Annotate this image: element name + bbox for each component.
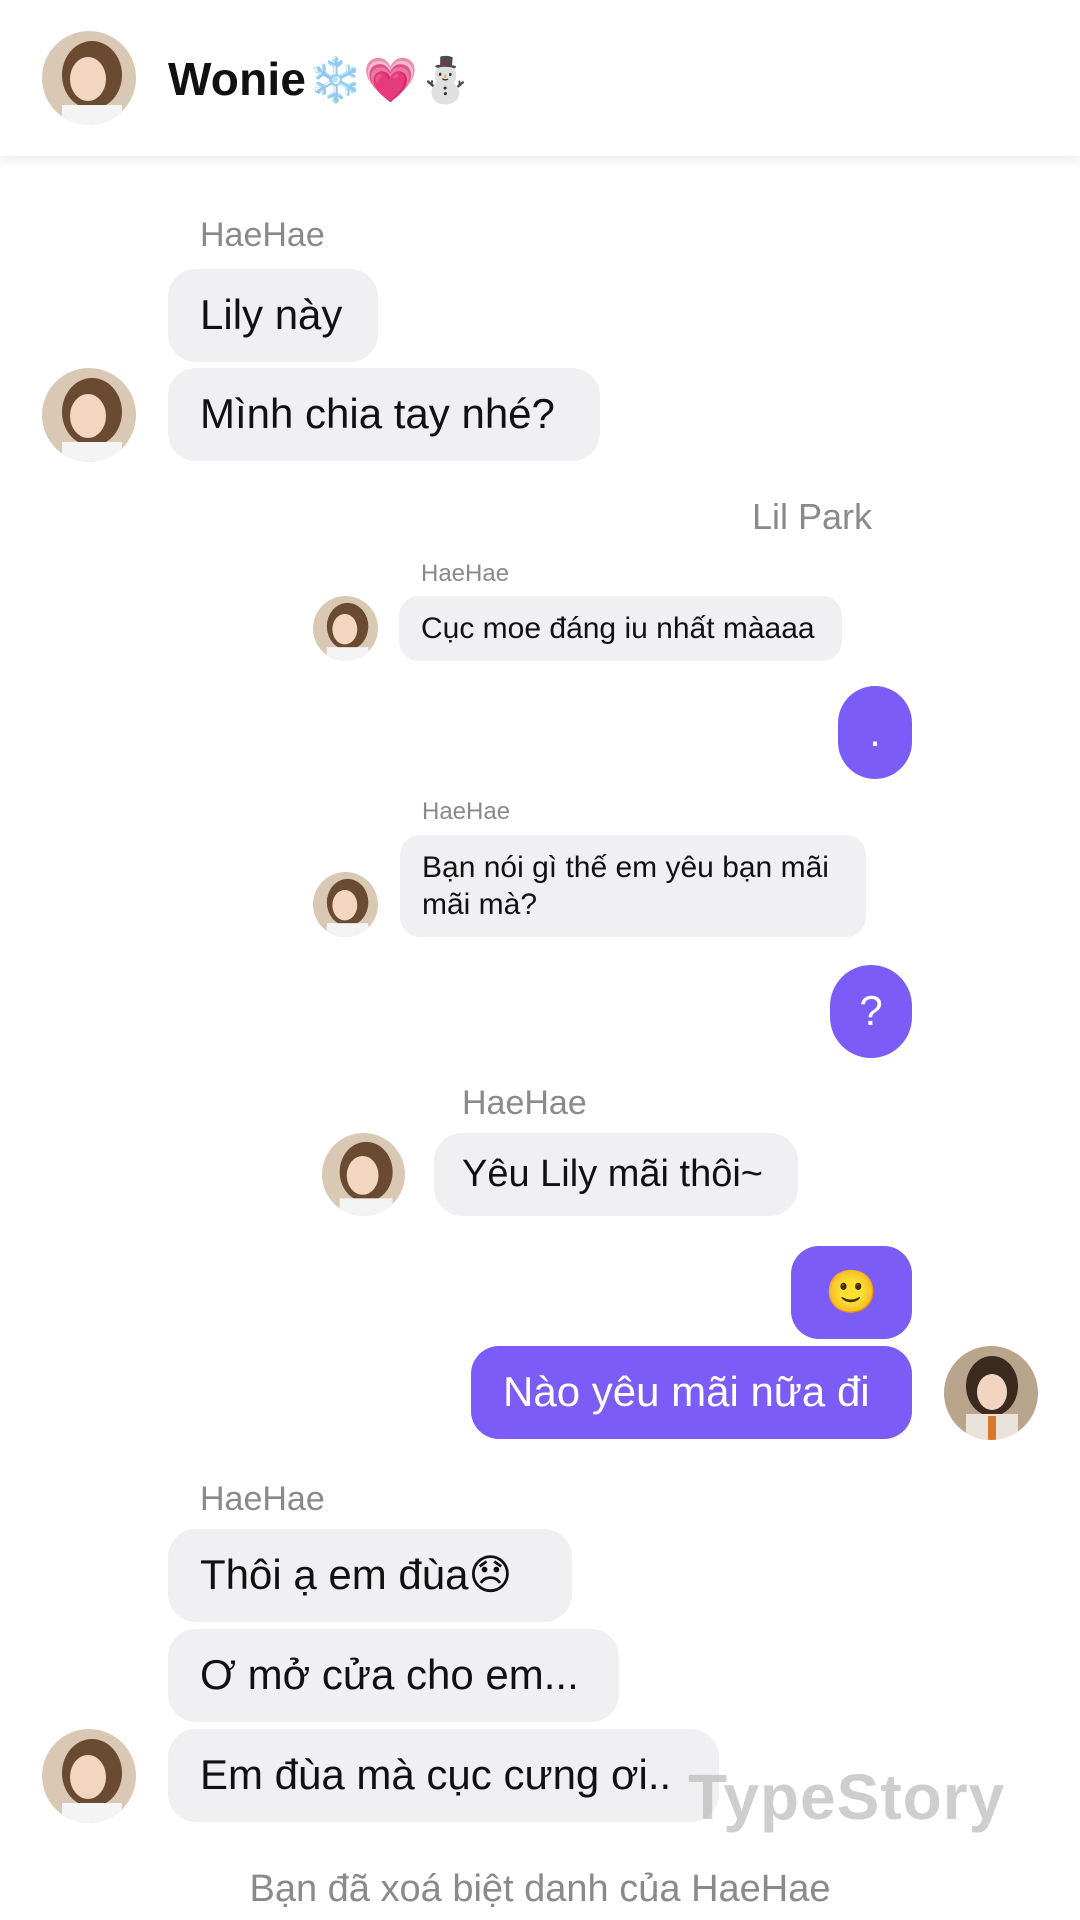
message-bubble[interactable]: Thôi ạ em đùa😞 bbox=[168, 1529, 572, 1622]
message-text: Ơ mở cửa cho em... bbox=[200, 1651, 579, 1699]
message-text: Yêu Lily mãi thôi~ bbox=[462, 1152, 763, 1195]
message-sender: HaeHae bbox=[462, 1084, 587, 1122]
message-sender: HaeHae bbox=[200, 1480, 325, 1518]
message-text: Lily này bbox=[200, 291, 343, 339]
message-text: Thôi ạ em đùa😞 bbox=[200, 1551, 513, 1599]
sender-avatar[interactable] bbox=[42, 368, 136, 462]
contact-avatar[interactable] bbox=[42, 31, 136, 125]
my-message-bubble[interactable]: 🙂 bbox=[791, 1246, 912, 1339]
sender-avatar[interactable] bbox=[42, 1729, 136, 1823]
message-bubble[interactable]: Cục moe đáng iu nhất màaaa bbox=[399, 596, 842, 661]
watermark: TypeStory bbox=[688, 1761, 1006, 1833]
message-sender: HaeHae bbox=[200, 216, 325, 254]
contact-name[interactable]: Wonie❄️💗⛄️ bbox=[168, 52, 473, 106]
message-text: Cục moe đáng iu nhất màaaa bbox=[421, 611, 815, 645]
reply-sender-label: Lil Park bbox=[752, 496, 873, 537]
system-note: Bạn đã xoá biệt danh của HaeHae bbox=[249, 1868, 831, 1910]
sender-avatar[interactable] bbox=[313, 872, 378, 937]
message-bubble[interactable]: Yêu Lily mãi thôi~ bbox=[434, 1133, 798, 1216]
message-bubble[interactable]: Mình chia tay nhé? bbox=[168, 368, 600, 461]
message-bubble[interactable]: Em đùa mà cục cưng ơi.. bbox=[168, 1729, 719, 1822]
message-bubble[interactable]: Ơ mở cửa cho em... bbox=[168, 1629, 619, 1722]
message-text: Nào yêu mãi nữa đi bbox=[503, 1368, 870, 1416]
my-message-bubble[interactable]: ? bbox=[830, 965, 912, 1058]
message-text: ? bbox=[859, 987, 883, 1035]
message-text: . bbox=[869, 708, 881, 756]
sender-avatar[interactable] bbox=[322, 1133, 405, 1216]
message-text: Em đùa mà cục cưng ơi.. bbox=[200, 1751, 672, 1799]
my-avatar[interactable] bbox=[944, 1346, 1038, 1440]
sender-avatar[interactable] bbox=[313, 596, 378, 661]
my-message-bubble[interactable]: . bbox=[838, 686, 912, 779]
message-sender: HaeHae bbox=[422, 798, 511, 825]
contact-emojis: ❄️💗⛄️ bbox=[308, 56, 474, 105]
my-message-bubble[interactable]: Nào yêu mãi nữa đi bbox=[471, 1346, 912, 1439]
message-emoji: 🙂 bbox=[825, 1268, 878, 1316]
message-text: Bạn nói gì thế em yêu bạn mãi mãi mà? bbox=[422, 850, 829, 922]
message-text: Mình chia tay nhé? bbox=[200, 390, 555, 438]
message-sender: HaeHae bbox=[421, 560, 510, 587]
contact-name-text: Wonie bbox=[168, 53, 307, 105]
message-bubble[interactable]: Bạn nói gì thế em yêu bạn mãi mãi mà? bbox=[400, 835, 866, 937]
message-bubble[interactable]: Lily này bbox=[168, 269, 378, 362]
chat-header: Wonie❄️💗⛄️ bbox=[0, 0, 1080, 156]
